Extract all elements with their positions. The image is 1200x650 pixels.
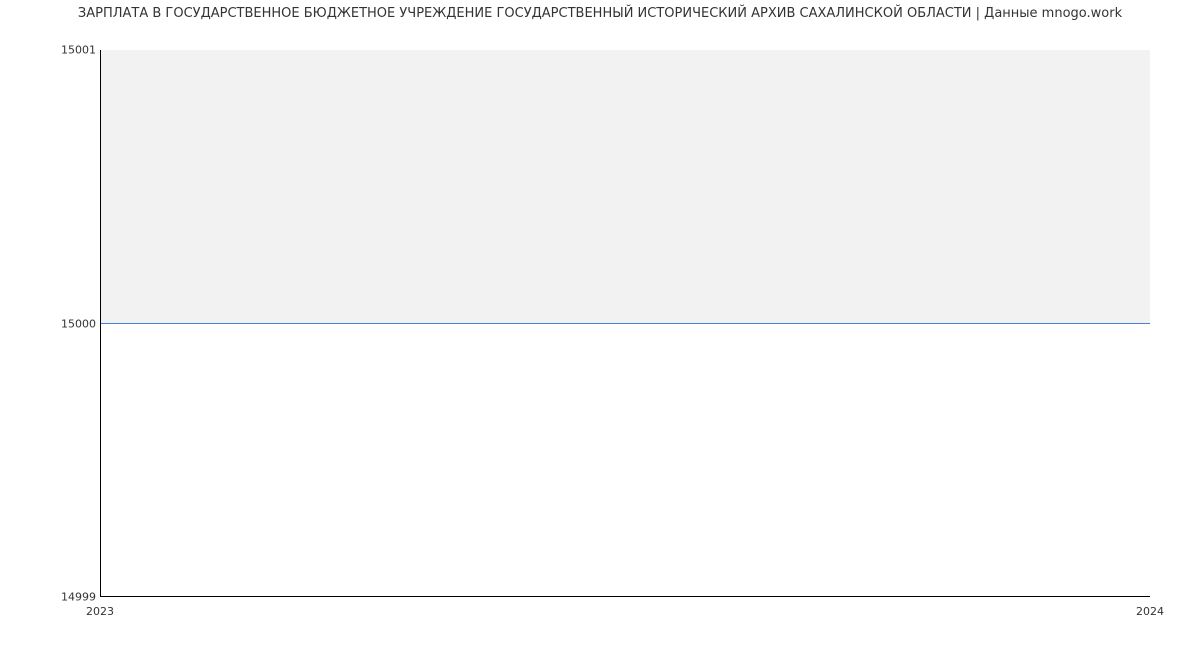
area-fill [101,50,1150,323]
salary-chart: ЗАРПЛАТА В ГОСУДАРСТВЕННОЕ БЮДЖЕТНОЕ УЧР… [0,0,1200,650]
x-tick-label: 2024 [1136,605,1164,618]
plot-area [100,50,1150,597]
data-line [101,323,1150,324]
y-tick-label: 15000 [61,317,96,330]
chart-title: ЗАРПЛАТА В ГОСУДАРСТВЕННОЕ БЮДЖЕТНОЕ УЧР… [0,6,1200,21]
y-tick-label: 15001 [61,44,96,57]
y-tick-label: 14999 [61,591,96,604]
x-tick-label: 2023 [86,605,114,618]
